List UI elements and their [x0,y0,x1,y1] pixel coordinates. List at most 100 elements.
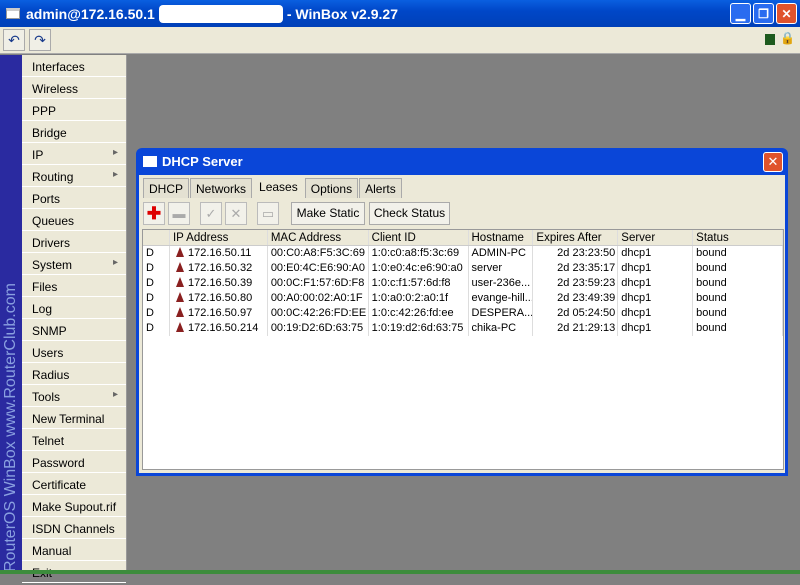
dialog-close-button[interactable]: ✕ [763,152,783,172]
sidebar-item-users[interactable]: Users [22,341,126,363]
leases-table: IP Address MAC Address Client ID Hostname Ex… [142,229,784,470]
cell: D [143,291,170,306]
cell: dhcp1 [618,276,694,291]
sidebar-item-label: Log [32,302,53,316]
cell: server [469,261,534,276]
table-row[interactable]: D 172.16.50.214 00:19:D2:6D:63:75 1:0:19:d2… [143,321,784,336]
sidebar-item-wireless[interactable]: Wireless [22,77,126,99]
column-header[interactable]: Expires After [533,230,619,245]
restore-button[interactable]: ❐ [753,3,774,24]
column-header[interactable]: Client ID [369,230,469,245]
cell: 2d 23:49:39 [533,291,619,306]
sidebar-item-bridge[interactable]: Bridge [22,121,126,143]
tab-options[interactable]: Options [304,178,359,198]
tab-dhcp[interactable]: DHCP [143,178,190,198]
sidebar-item-label: PPP [32,104,57,118]
sidebar-item-label: Queues [32,214,75,228]
ip-address: 172.16.50.80 [187,292,253,304]
sidebar-item-label: Certificate [32,478,87,492]
cell: 2d 05:24:50 [533,306,619,321]
minimize-button[interactable]: ▁ [730,3,751,24]
enable-icon[interactable]: ✓ [200,202,222,225]
column-header[interactable] [143,230,170,245]
table-row[interactable]: D 172.16.50.11 00:C0:A8:F5:3C:69 1:0:c0:a8:… [143,246,784,261]
sidebar-item-label: Bridge [32,126,67,140]
app-icon [6,8,20,19]
cell: bound [693,246,784,261]
remove-icon[interactable]: ▬ [168,202,190,225]
cell: 1:0:a0:0:2:a0:1f [369,291,469,306]
sidebar-item-new-terminal[interactable]: New Terminal [22,407,126,429]
table-row[interactable]: D 172.16.50.80 00:A0:00:02:A0:1F 1:0:a0:0:2… [143,291,784,306]
sidebar-item-radius[interactable]: Radius [22,363,126,385]
brand-strip: RouterOS WinBox www.RouterClub.com [0,55,22,574]
cell: dhcp1 [618,261,694,276]
sidebar-item-ppp[interactable]: PPP [22,99,126,121]
lease-icon [175,262,184,272]
sidebar-item-password[interactable]: Password [22,451,126,473]
table-row[interactable]: D 172.16.50.97 00:0C:42:26:FD:EE 1:0:c:42:2… [143,306,784,321]
make-static-button[interactable]: Make Static [291,202,365,225]
cell: 172.16.50.11 [170,246,268,261]
check-status-button[interactable]: Check Status [369,202,450,225]
disable-icon[interactable]: ✕ [225,202,247,225]
sidebar-item-label: Routing [32,170,74,184]
cell: 1:0:19:d2:6d:63:75 [369,321,469,336]
sidebar-item-routing[interactable]: Routing ▸ [22,165,126,187]
column-header[interactable]: MAC Address [268,230,369,245]
column-header[interactable]: Status [693,230,784,245]
sidebar-item-certificate[interactable]: Certificate [22,473,126,495]
redo-icon[interactable]: ↷ [29,29,51,51]
sidebar-item-system[interactable]: System ▸ [22,253,126,275]
undo-icon[interactable]: ↶ [3,29,25,51]
sidebar-item-make-supout-rif[interactable]: Make Supout.rif [22,495,126,517]
cell: bound [693,306,784,321]
cell: D [143,306,170,321]
close-button[interactable]: ✕ [776,3,797,24]
sidebar-item-snmp[interactable]: SNMP [22,319,126,341]
sidebar-item-files[interactable]: Files [22,275,126,297]
submenu-arrow-icon: ▸ [112,257,118,268]
sidebar-item-tools[interactable]: Tools ▸ [22,385,126,407]
cell: D [143,246,170,261]
cell: chika-PC [469,321,534,336]
sidebar-item-queues[interactable]: Queues [22,209,126,231]
sidebar-item-ports[interactable]: Ports [22,187,126,209]
sidebar-item-isdn-channels[interactable]: ISDN Channels [22,517,126,539]
tab-networks[interactable]: Networks [190,178,253,198]
sidebar-item-label: Files [32,280,58,294]
sidebar-item-label: Wireless [32,82,79,96]
sidebar-item-ip[interactable]: IP ▸ [22,143,126,165]
sidebar-item-drivers[interactable]: Drivers [22,231,126,253]
tab-alerts[interactable]: Alerts [359,178,402,198]
lease-icon [175,277,184,287]
dialog-title-bar[interactable]: DHCP Server [139,148,785,175]
sidebar-item-label: Radius [32,368,70,382]
tab-leases[interactable]: Leases [253,176,304,198]
lock-icon: 🔒 [780,31,795,45]
comment-icon[interactable]: ▭ [257,202,279,225]
table-row[interactable]: D 172.16.50.39 00:0C:F1:57:6D:F8 1:0:c:f1:5… [143,276,784,291]
sidebar-item-telnet[interactable]: Telnet [22,429,126,451]
sidebar-item-label: Telnet [32,434,65,448]
dialog-title: DHCP Server [162,154,243,169]
cell: D [143,321,170,336]
cell: 172.16.50.97 [170,306,268,321]
cell: 00:E0:4C:E6:90:A0 [268,261,369,276]
table-row[interactable]: D 172.16.50.32 00:E0:4C:E6:90:A0 1:0:e0:4c:… [143,261,784,276]
sidebar-item-manual[interactable]: Manual [22,539,126,561]
sidebar-item-log[interactable]: Log [22,297,126,319]
ip-address: 172.16.50.214 [187,322,259,334]
cell: bound [693,321,784,336]
sidebar-item-label: Make Supout.rif [32,500,117,514]
cell: 2d 23:23:50 [533,246,619,261]
sidebar-item-interfaces[interactable]: Interfaces [22,55,126,77]
column-header[interactable]: IP Address [170,230,268,245]
add-icon[interactable]: ✚ [143,202,165,225]
lease-icon [175,292,184,302]
column-header[interactable]: Hostname [469,230,534,245]
column-header[interactable]: Server [618,230,694,245]
lease-icon [175,247,184,257]
sidebar-item-label: System [32,258,73,272]
title-prefix: admin@172.16.50.1 [26,5,155,22]
